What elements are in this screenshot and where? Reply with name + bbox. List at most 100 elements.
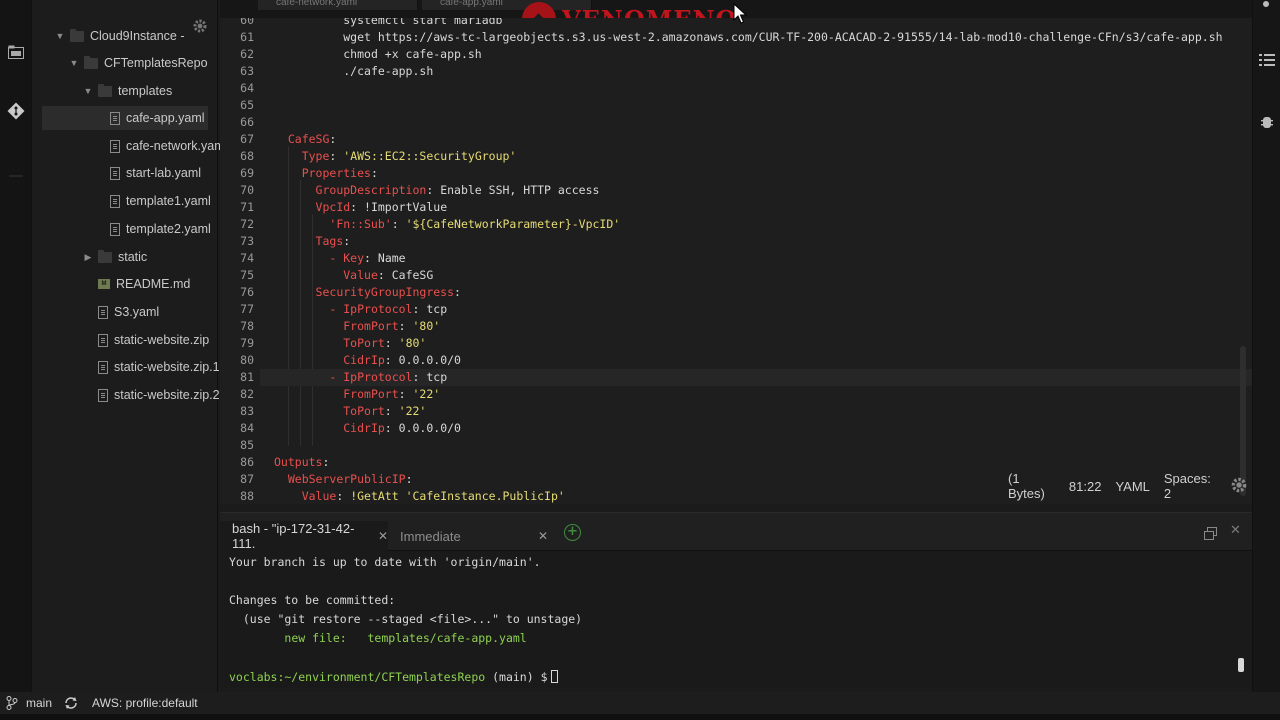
yaml-key: ToPort xyxy=(343,336,385,350)
tree-item-label: cafe-network.yam xyxy=(126,139,225,153)
editor-status: (1 Bytes) 81:22 YAML Spaces: 2 xyxy=(1008,471,1248,501)
tree-item[interactable]: ▼ Cloud9Instance - xyxy=(32,24,218,48)
tree-item[interactable]: S3.yaml xyxy=(32,300,218,324)
yaml-value: tcp xyxy=(426,370,448,384)
terminal-prompt[interactable]: voclabs:~/environment/CFTemplatesRepo (m… xyxy=(229,668,558,687)
line-number: 75 xyxy=(240,268,254,282)
line-number: 79 xyxy=(240,336,254,350)
line-number: 84 xyxy=(240,421,254,435)
tree-item[interactable]: ▼ templates xyxy=(32,79,218,103)
file-icon xyxy=(98,305,108,319)
editor-scrollbar[interactable] xyxy=(1240,346,1246,496)
tree-item-label: S3.yaml xyxy=(114,305,160,319)
tree-item[interactable]: M README.md xyxy=(32,272,218,296)
file-icon xyxy=(98,388,108,402)
line-number: 80 xyxy=(240,353,254,367)
tree-item[interactable]: template1.yaml xyxy=(32,189,218,213)
tree-item[interactable]: start-lab.yaml xyxy=(32,161,218,185)
mouse-pointer-icon xyxy=(733,2,748,25)
add-tab-icon[interactable]: + xyxy=(564,524,581,541)
yaml-separator: : xyxy=(426,183,441,197)
editor-settings-gear-icon[interactable] xyxy=(1230,476,1248,497)
code-line: WebServerPublicIP: xyxy=(274,471,413,488)
yaml-key: Tags xyxy=(315,234,344,248)
yaml-value: systemctl start mariadb xyxy=(274,18,503,27)
line-number: 72 xyxy=(240,217,254,231)
code-line: - Key: Name xyxy=(274,250,406,267)
git-branch-label[interactable]: main xyxy=(26,696,52,710)
tab-immediate[interactable]: Immediate ✕ xyxy=(388,521,552,551)
yaml-key: 'Fn::Sub' xyxy=(329,217,392,231)
yaml-separator: : xyxy=(412,302,427,316)
yaml-key: Value xyxy=(301,489,337,503)
tab-bash-terminal[interactable]: bash - "ip-172-31-42-111. ✕ xyxy=(220,521,388,551)
line-number: 66 xyxy=(240,115,254,129)
indentation-setting[interactable]: Spaces: 2 xyxy=(1164,471,1216,501)
yaml-separator: : xyxy=(412,370,427,384)
line-number: 65 xyxy=(240,98,254,112)
tree-item[interactable]: ▶ static xyxy=(32,245,218,269)
file-icon xyxy=(110,111,120,125)
tree-item[interactable]: template2.yaml xyxy=(32,217,218,241)
terminal-scrollbar[interactable] xyxy=(1238,658,1244,672)
list-dash: - xyxy=(329,370,344,384)
folder-icon xyxy=(98,249,112,263)
yaml-value: !ImportValue xyxy=(364,200,448,214)
code-line: Type: 'AWS::EC2::SecurityGroup' xyxy=(274,148,517,165)
line-number: 73 xyxy=(240,234,254,248)
aws-profile-label[interactable]: AWS: profile:default xyxy=(92,696,198,710)
tab-cafe-network[interactable]: cafe-network.yaml xyxy=(258,0,418,10)
yaml-key: IpProtocol xyxy=(343,370,413,384)
terminal-panel: bash - "ip-172-31-42-111. ✕ Immediate ✕ … xyxy=(220,512,1252,688)
code-line: CafeSG: xyxy=(274,131,336,148)
maximize-panel-icon[interactable] xyxy=(1204,525,1218,540)
tree-item[interactable]: static-website.zip xyxy=(32,328,218,352)
yaml-value: '22' xyxy=(398,404,427,418)
cursor-position[interactable]: 81:22 xyxy=(1069,479,1102,494)
chevron-down-icon[interactable]: ▼ xyxy=(68,57,80,69)
yaml-key: IpProtocol xyxy=(343,302,413,316)
file-icon xyxy=(110,166,120,180)
code-line: ToPort: '80' xyxy=(274,335,426,352)
yaml-value: 'AWS::EC2::SecurityGroup' xyxy=(343,149,517,163)
chevron-down-icon[interactable]: ▼ xyxy=(54,30,66,42)
chevron-down-icon[interactable]: ▼ xyxy=(82,85,94,97)
sync-icon[interactable] xyxy=(64,696,78,710)
tree-item[interactable]: static-website.zip.2 xyxy=(32,383,220,407)
source-control-icon[interactable] xyxy=(6,101,26,121)
yaml-key: FromPort xyxy=(343,319,399,333)
close-panel-icon[interactable]: ✕ xyxy=(1230,523,1241,538)
language-mode[interactable]: YAML xyxy=(1115,479,1149,494)
close-icon[interactable]: ✕ xyxy=(378,529,388,543)
folder-icon xyxy=(70,28,84,42)
close-icon[interactable]: ✕ xyxy=(538,529,548,543)
tree-item[interactable]: cafe-network.yam xyxy=(32,134,225,158)
tree-item[interactable]: cafe-app.yaml xyxy=(42,106,208,130)
code-editor[interactable]: 60 61 62 63 64 65 66 67 68 69 70 71 72 73 74 75 76 77 78 79… xyxy=(220,18,1252,504)
tree-item[interactable]: static-website.zip.1 xyxy=(32,355,220,379)
collaborate-icon[interactable] xyxy=(1259,0,1273,15)
tree-item[interactable]: ▼ CFTemplatesRepo xyxy=(32,51,218,75)
yaml-separator: : xyxy=(384,421,399,435)
yaml-value: Name xyxy=(377,251,406,265)
tree-item-label: Cloud9Instance - xyxy=(90,29,185,43)
yaml-separator: : xyxy=(384,336,399,350)
environment-icon[interactable] xyxy=(6,42,26,62)
outline-icon[interactable] xyxy=(1259,52,1275,71)
prompt-path: voclabs:~/environment/CFTemplatesRepo xyxy=(229,670,486,684)
yaml-key: Type xyxy=(301,149,330,163)
yaml-separator: : xyxy=(398,387,413,401)
yaml-separator: : xyxy=(329,132,337,146)
debugger-icon[interactable] xyxy=(1261,114,1273,134)
panel-tab-bar: bash - "ip-172-31-42-111. ✕ Immediate ✕ … xyxy=(220,513,1252,551)
chevron-right-icon[interactable]: ▶ xyxy=(82,251,94,263)
collapsed-panel-icon[interactable] xyxy=(6,166,26,186)
file-size-indicator: (1 Bytes) xyxy=(1008,471,1045,501)
tree-item-label: cafe-app.yaml xyxy=(126,111,205,125)
yaml-key: SecurityGroupIngress xyxy=(315,285,455,299)
code-line: CidrIp: 0.0.0.0/0 xyxy=(274,352,461,369)
